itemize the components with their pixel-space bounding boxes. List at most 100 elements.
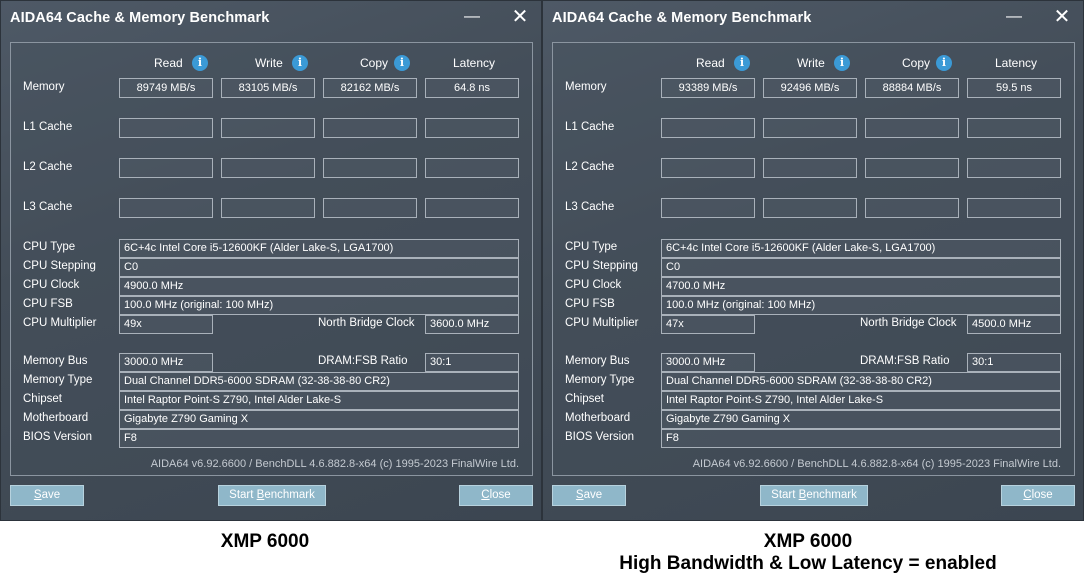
memory-copy-value: 88884 MB/s xyxy=(865,78,959,98)
info-icon-copy[interactable]: i xyxy=(394,55,410,71)
cpu-type-value: 6C+4c Intel Core i5-12600KF (Alder Lake-… xyxy=(119,239,519,258)
info-icon-copy[interactable]: i xyxy=(936,55,952,71)
window-title: AIDA64 Cache & Memory Benchmark xyxy=(552,10,812,26)
results-panel: Read i Write i Copy i Latency Memory 89749 MB/s 8… xyxy=(10,42,533,476)
close-window-button[interactable]: ✕ xyxy=(509,6,531,28)
l2-write-value xyxy=(763,158,857,178)
cpu-type-label: CPU Type xyxy=(23,241,76,253)
benchmark-window-left: AIDA64 Cache & Memory Benchmark — ✕ Read i Wr… xyxy=(0,0,542,521)
bios-version-value: F8 xyxy=(119,429,519,448)
l3-copy-value xyxy=(865,198,959,218)
north-bridge-clock-label: North Bridge Clock xyxy=(860,317,957,329)
title-bar[interactable]: AIDA64 Cache & Memory Benchmark — ✕ xyxy=(543,1,1083,35)
row-label-l2: L2 Cache xyxy=(23,161,73,173)
l1-latency-value xyxy=(967,118,1061,138)
cpu-multiplier-value: 49x xyxy=(119,315,213,334)
column-header-latency: Latency xyxy=(995,56,1038,70)
memory-type-value: Dual Channel DDR5-6000 SDRAM (32-38-38-8… xyxy=(661,372,1061,391)
chipset-value: Intel Raptor Point-S Z790, Intel Alder L… xyxy=(119,391,519,410)
close-button-text: lose xyxy=(1031,489,1053,501)
l1-copy-value xyxy=(865,118,959,138)
cpu-stepping-value: C0 xyxy=(119,258,519,277)
bios-version-value: F8 xyxy=(661,429,1061,448)
cpu-clock-value: 4900.0 MHz xyxy=(119,277,519,296)
minimize-button[interactable]: — xyxy=(461,7,483,29)
bios-version-label: BIOS Version xyxy=(565,431,635,443)
caption-right-line1: XMP 6000 xyxy=(763,531,853,552)
save-button-text: S xyxy=(575,489,584,501)
row-label-l1: L1 Cache xyxy=(23,121,73,133)
l1-write-value xyxy=(221,118,315,138)
memory-write-value: 83105 MB/s xyxy=(221,78,315,98)
chipset-label: Chipset xyxy=(23,393,62,405)
dram-fsb-ratio-label: DRAM:FSB Ratio xyxy=(860,355,950,367)
cpu-multiplier-label: CPU Multiplier xyxy=(565,317,639,329)
column-header-read: Read xyxy=(696,56,725,70)
memory-type-label: Memory Type xyxy=(23,374,93,386)
cpu-stepping-value: C0 xyxy=(661,258,1061,277)
motherboard-value: Gigabyte Z790 Gaming X xyxy=(661,410,1061,429)
l2-latency-value xyxy=(425,158,519,178)
memory-bus-value: 3000.0 MHz xyxy=(119,353,213,372)
l1-latency-value xyxy=(425,118,519,138)
start-benchmark-button[interactable]: Start Benchmark xyxy=(760,485,868,506)
row-label-memory: Memory xyxy=(23,81,65,93)
memory-write-value: 92496 MB/s xyxy=(763,78,857,98)
column-header-copy: Copy xyxy=(360,56,389,70)
column-header-latency: Latency xyxy=(453,56,496,70)
column-header-write: Write xyxy=(797,56,825,70)
cpu-stepping-label: CPU Stepping xyxy=(23,260,96,272)
memory-bus-value: 3000.0 MHz xyxy=(661,353,755,372)
l2-read-value xyxy=(661,158,755,178)
cpu-clock-label: CPU Clock xyxy=(565,279,622,291)
window-title: AIDA64 Cache & Memory Benchmark xyxy=(10,10,270,26)
minimize-button[interactable]: — xyxy=(1003,7,1025,29)
info-icon-write[interactable]: i xyxy=(834,55,850,71)
cpu-type-value: 6C+4c Intel Core i5-12600KF (Alder Lake-… xyxy=(661,239,1061,258)
close-button[interactable]: Close xyxy=(459,485,533,506)
north-bridge-clock-value: 3600.0 MHz xyxy=(425,315,519,334)
title-bar[interactable]: AIDA64 Cache & Memory Benchmark — ✕ xyxy=(1,1,541,35)
close-window-button[interactable]: ✕ xyxy=(1051,6,1073,28)
l3-read-value xyxy=(661,198,755,218)
cpu-multiplier-value: 47x xyxy=(661,315,755,334)
cpu-fsb-label: CPU FSB xyxy=(565,298,615,310)
info-icon-write[interactable]: i xyxy=(292,55,308,71)
benchmark-window-right: AIDA64 Cache & Memory Benchmark — ✕ Read i Wr… xyxy=(542,0,1084,521)
save-button[interactable]: Save xyxy=(10,485,84,506)
memory-copy-value: 82162 MB/s xyxy=(323,78,417,98)
save-button[interactable]: Save xyxy=(552,485,626,506)
column-header-write: Write xyxy=(255,56,283,70)
north-bridge-clock-value: 4500.0 MHz xyxy=(967,315,1061,334)
l2-copy-value xyxy=(323,158,417,178)
cpu-fsb-value: 100.0 MHz (original: 100 MHz) xyxy=(119,296,519,315)
info-icon-read[interactable]: i xyxy=(734,55,750,71)
dram-fsb-ratio-value: 30:1 xyxy=(967,353,1061,372)
l3-read-value xyxy=(119,198,213,218)
row-label-l3: L3 Cache xyxy=(23,201,73,213)
cpu-fsb-value: 100.0 MHz (original: 100 MHz) xyxy=(661,296,1061,315)
l2-copy-value xyxy=(865,158,959,178)
l3-latency-value xyxy=(967,198,1061,218)
cpu-stepping-label: CPU Stepping xyxy=(565,260,638,272)
close-button-text: C xyxy=(1023,489,1032,501)
dram-fsb-ratio-value: 30:1 xyxy=(425,353,519,372)
cpu-clock-label: CPU Clock xyxy=(23,279,80,291)
start-benchmark-button-text: enchmark xyxy=(264,489,315,501)
close-button[interactable]: Close xyxy=(1001,485,1075,506)
cpu-fsb-label: CPU FSB xyxy=(23,298,73,310)
info-icon-read[interactable]: i xyxy=(192,55,208,71)
save-button-text: ave xyxy=(583,489,603,501)
row-label-l1: L1 Cache xyxy=(565,121,615,133)
motherboard-value: Gigabyte Z790 Gaming X xyxy=(119,410,519,429)
memory-bus-label: Memory Bus xyxy=(23,355,88,367)
l3-write-value xyxy=(763,198,857,218)
memory-type-label: Memory Type xyxy=(565,374,635,386)
start-benchmark-button[interactable]: Start Benchmark xyxy=(218,485,326,506)
l3-copy-value xyxy=(323,198,417,218)
motherboard-label: Motherboard xyxy=(565,412,631,424)
memory-bus-label: Memory Bus xyxy=(565,355,630,367)
cpu-type-label: CPU Type xyxy=(565,241,618,253)
row-label-l2: L2 Cache xyxy=(565,161,615,173)
column-header-copy: Copy xyxy=(902,56,931,70)
